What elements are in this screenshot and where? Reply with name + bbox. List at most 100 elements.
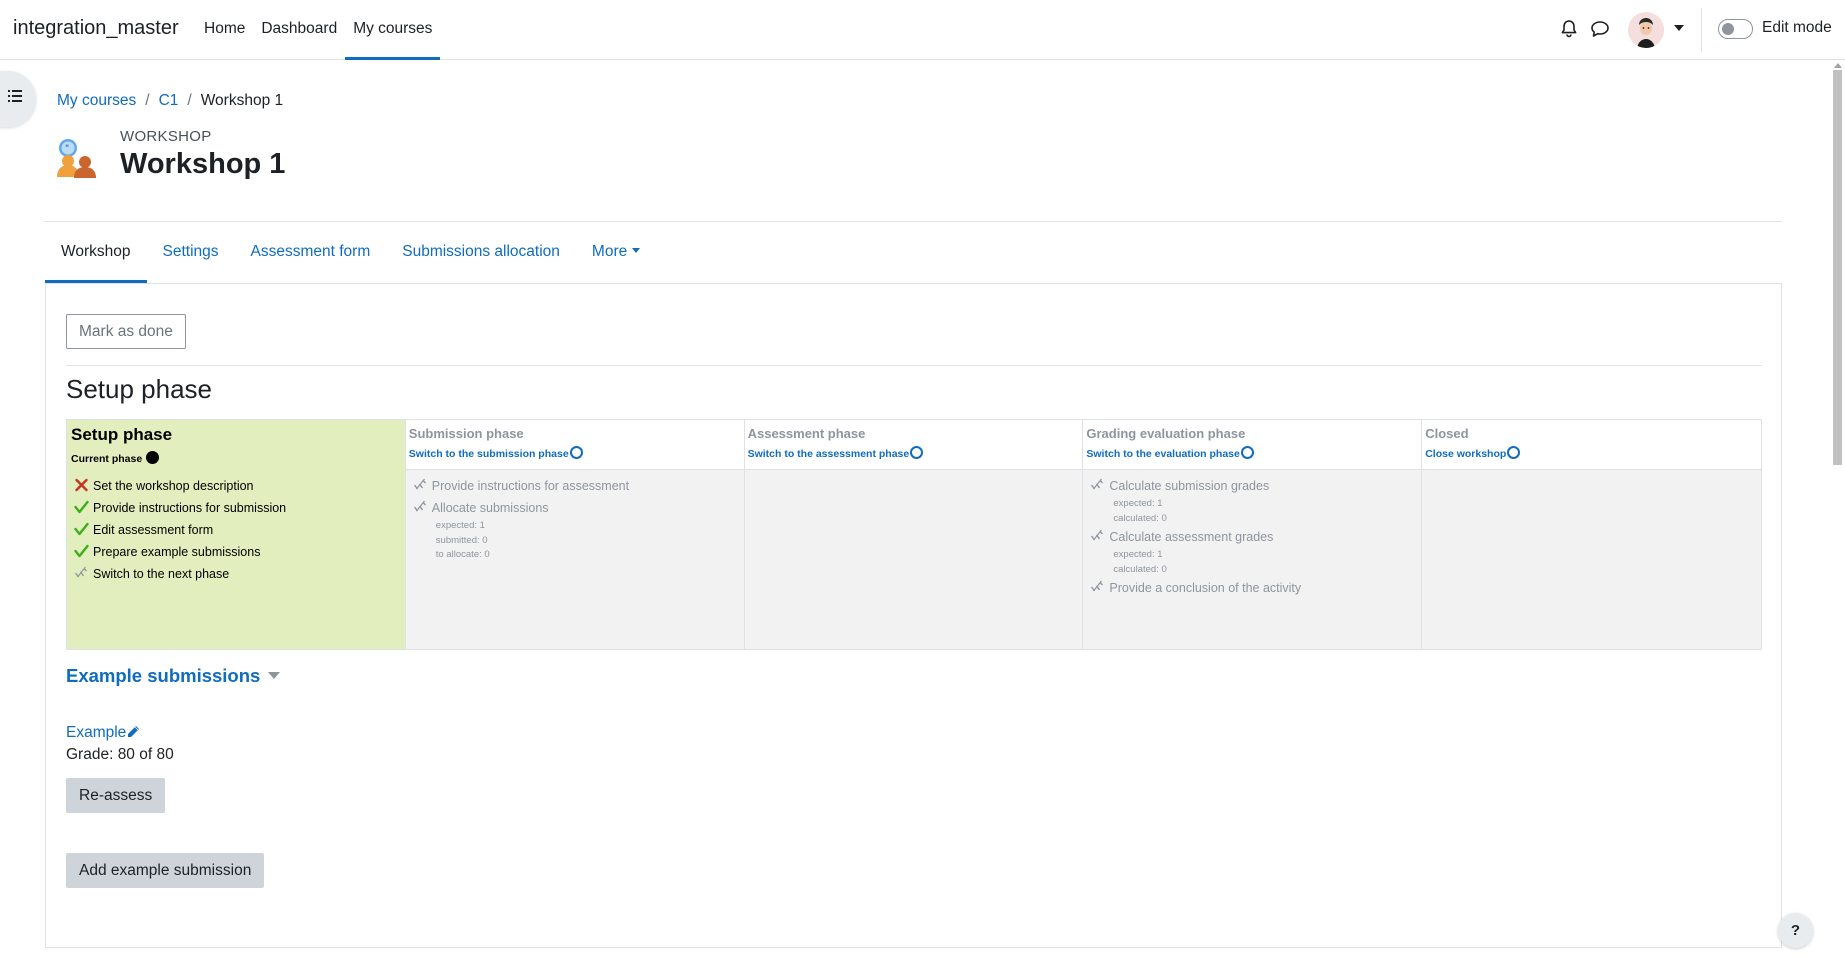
task-item: Provide instructions for assessment <box>413 478 629 493</box>
tab-workshop[interactable]: Workshop <box>45 222 147 283</box>
primary-navigation: Home Dashboard My courses <box>196 0 441 60</box>
phase-name: Closed <box>1425 426 1469 441</box>
task-label: Calculate submission grades <box>1109 479 1270 493</box>
todo-lines-icon <box>1091 580 1104 592</box>
scrollbar-thumb[interactable] <box>1833 70 1842 465</box>
secondary-navigation: Workshop Settings Assessment form Submis… <box>45 222 656 283</box>
user-avatar-face-icon <box>1628 12 1664 48</box>
user-menu-caret-icon[interactable] <box>1674 25 1684 31</box>
breadcrumb-current: Workshop 1 <box>200 92 284 109</box>
notifications-bell-icon[interactable] <box>1559 19 1579 39</box>
task-item: Set the workshop description <box>74 478 254 493</box>
phase-name: Setup phase <box>71 425 173 444</box>
task-detail: calculated: 0 <box>1113 564 1167 575</box>
breadcrumb-my-courses[interactable]: My courses <box>57 92 136 110</box>
tab-more[interactable]: More <box>576 222 656 283</box>
phase-ring-icon <box>1240 446 1254 459</box>
tab-settings[interactable]: Settings <box>147 222 235 283</box>
breadcrumb: My courses / C1 / Workshop 1 <box>57 92 283 110</box>
task-item: Provide a conclusion of the activity <box>1090 580 1301 595</box>
check-done-icon <box>74 500 89 514</box>
breadcrumb-separator: / <box>187 92 192 109</box>
current-phase-label: Current phase <box>71 453 143 465</box>
task-detail: expected: 1 <box>435 520 485 531</box>
tab-submissions-allocation[interactable]: Submissions allocation <box>386 222 576 283</box>
re-assess-button[interactable]: Re-assess <box>66 778 166 813</box>
task-item: Edit assessment form <box>74 522 213 537</box>
list-icon <box>8 90 22 102</box>
example-title: Example <box>66 724 127 741</box>
phase-closed: Closed Close workshop <box>1422 420 1761 649</box>
task-item: Provide instructions for submission <box>74 500 286 515</box>
task-detail: to allocate: 0 <box>435 549 490 560</box>
task-item: Switch to the next phase <box>74 566 229 581</box>
phase-header: Submission phase Switch to the submissio… <box>405 420 744 470</box>
messages-chat-icon[interactable] <box>1589 19 1611 39</box>
phase-body <box>1422 470 1761 649</box>
course-index-drawer-toggle[interactable] <box>0 71 36 127</box>
phase-action-label: Switch to the evaluation phase <box>1086 448 1240 460</box>
phase-name: Grading evaluation phase <box>1086 426 1246 441</box>
task-detail: submitted: 0 <box>435 535 488 546</box>
task-detail: expected: 1 <box>1113 549 1163 560</box>
task-item: Allocate submissions <box>413 500 549 515</box>
switch-to-assessment-phase-link[interactable]: Switch to the assessment phase <box>748 446 924 460</box>
workshop-phases-table: Setup phase Current phase Set the worksh… <box>66 419 1762 650</box>
pencil-edit-icon <box>128 726 140 737</box>
task-label: Switch to the next phase <box>93 567 230 581</box>
phase-header: Setup phase Current phase <box>67 420 405 470</box>
task-label: Calculate assessment grades <box>1109 530 1274 544</box>
example-submission-link[interactable]: Example <box>66 724 140 742</box>
task-label: Provide instructions for assessment <box>431 479 630 493</box>
breadcrumb-c1[interactable]: C1 <box>159 92 179 110</box>
phase-header: Assessment phase Switch to the assessmen… <box>744 420 1083 470</box>
toggle-knob <box>1722 23 1734 35</box>
task-label: Provide a conclusion of the activity <box>1109 581 1302 595</box>
section-divider <box>66 365 1762 366</box>
workshop-activity-icon: " <box>57 139 96 178</box>
tab-assessment-form[interactable]: Assessment form <box>235 222 387 283</box>
example-submissions-label: Example submissions <box>66 665 261 686</box>
nav-home[interactable]: Home <box>196 0 253 60</box>
current-phase-dot-icon <box>146 451 160 464</box>
todo-lines-icon <box>413 478 426 490</box>
task-label: Provide instructions for submission <box>93 501 287 515</box>
navbar-divider <box>1701 8 1702 52</box>
phase-setup: Setup phase Current phase Set the worksh… <box>67 420 406 649</box>
switch-to-submission-phase-link[interactable]: Switch to the submission phase <box>409 446 583 460</box>
switch-to-evaluation-phase-link[interactable]: Switch to the evaluation phase <box>1086 446 1254 460</box>
check-done-icon <box>74 544 89 558</box>
todo-lines-icon <box>74 566 87 578</box>
phase-submission: Submission phase Switch to the submissio… <box>405 420 745 649</box>
phase-action-label: Close workshop <box>1425 448 1507 460</box>
close-workshop-link[interactable]: Close workshop <box>1425 446 1521 460</box>
phase-header: Grading evaluation phase Switch to the e… <box>1083 420 1422 470</box>
site-brand[interactable]: integration_master <box>13 17 179 40</box>
collapse-caret-icon <box>268 672 281 679</box>
task-label: Set the workshop description <box>93 479 254 493</box>
phase-header: Closed Close workshop <box>1422 420 1761 470</box>
svg-text:": " <box>65 144 69 154</box>
phase-body <box>744 470 1083 649</box>
edit-mode-toggle[interactable] <box>1718 19 1753 39</box>
task-label: Allocate submissions <box>431 501 549 515</box>
help-button[interactable]: ? <box>1778 913 1813 948</box>
todo-lines-icon <box>1091 478 1104 490</box>
cross-fail-icon <box>75 478 88 492</box>
phase-body: Calculate submission grades expected: 1 … <box>1083 470 1422 649</box>
phase-name: Assessment phase <box>747 426 866 441</box>
edit-mode-label: Edit mode <box>1762 19 1832 36</box>
phase-body: Provide instructions for assessment Allo… <box>405 470 744 649</box>
tab-more-label: More <box>591 243 628 260</box>
top-navbar: integration_master Home Dashboard My cou… <box>0 0 1845 60</box>
nav-my-courses[interactable]: My courses <box>345 0 441 60</box>
phase-action-label: Switch to the submission phase <box>408 448 569 460</box>
task-item: Prepare example submissions <box>74 544 260 559</box>
example-submissions-heading[interactable]: Example submissions <box>66 665 281 687</box>
add-example-submission-button[interactable]: Add example submission <box>66 853 265 888</box>
nav-dashboard[interactable]: Dashboard <box>253 0 345 60</box>
phase-assessment: Assessment phase Switch to the assessmen… <box>744 420 1084 649</box>
scroll-up-arrow-icon[interactable] <box>1834 63 1842 68</box>
mark-as-done-button[interactable]: Mark as done <box>66 314 186 349</box>
user-avatar[interactable] <box>1628 12 1664 48</box>
